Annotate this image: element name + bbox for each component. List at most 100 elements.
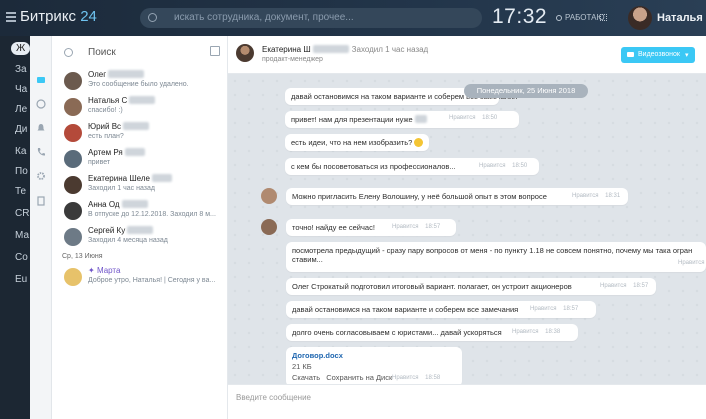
avatar xyxy=(64,150,82,168)
last-seen: Заходил 1 час назад xyxy=(351,45,429,54)
menu-item[interactable]: Ле xyxy=(15,104,27,115)
user-name[interactable]: Наталья xyxy=(657,12,703,24)
bot-star-icon: ✦ xyxy=(88,266,95,275)
chat-list-panel: Поиск Олег Это сообщение было удалено. Н… xyxy=(52,36,228,419)
like-button[interactable]: Нравится xyxy=(392,224,418,230)
brand-logo[interactable]: Битрикс 24 xyxy=(20,8,97,25)
message-bubble[interactable]: с кем бы посоветоваться из профессионало… xyxy=(285,158,539,175)
chat-item-preview: есть план? xyxy=(88,133,124,140)
chat-item-preview: Доброе утро, Наталья! | Сегодня у ва... xyxy=(88,277,216,284)
chat-item-name: Олег xyxy=(88,70,107,79)
menu-item[interactable]: Ча xyxy=(15,84,27,95)
chat-icon[interactable] xyxy=(36,76,46,86)
chat-item-name: Екатерина Шеле xyxy=(88,174,150,183)
menu-item[interactable]: Ж xyxy=(11,42,31,55)
messenger-icon-strip xyxy=(30,36,52,419)
chat-search[interactable]: Поиск xyxy=(62,46,222,62)
apps-grid-icon[interactable] xyxy=(600,14,607,21)
message-bubble[interactable]: точно! найду ее сейчас! Нравится 18:57 xyxy=(286,219,456,236)
message-time: 18:50 xyxy=(482,115,498,121)
chat-title[interactable]: Екатерина Ш xyxy=(262,45,311,54)
date-divider: Понедельник, 25 Июня 2018 xyxy=(464,84,588,98)
chat-list-item[interactable]: Наталья С спасибо! :) xyxy=(52,96,228,120)
like-button[interactable]: Нравится xyxy=(678,260,704,266)
message-bubble[interactable]: Олег Строкатый подготовил итоговый вариа… xyxy=(286,278,656,295)
like-button[interactable]: Нравится xyxy=(449,115,475,121)
avatar[interactable] xyxy=(261,188,277,204)
message-input-area: Введите сообщение xyxy=(228,384,706,419)
global-search-input[interactable]: искать сотрудника, документ, прочее... xyxy=(174,12,354,23)
chat-item-preview: В отпуске до 12.12.2018. Заходил 8 м... xyxy=(88,211,216,218)
save-to-disk-link[interactable]: Сохранить на Диск xyxy=(326,373,392,382)
message-time: 18:57 xyxy=(425,224,441,230)
chat-item-preview: Это сообщение было удалено. xyxy=(88,81,189,88)
message-area[interactable]: давай остановимся на таком варианте и со… xyxy=(228,74,706,384)
message-input[interactable]: Введите сообщение xyxy=(236,393,311,402)
message-bubble[interactable]: есть идеи, что на нем изобразить? xyxy=(285,134,429,151)
global-search[interactable]: искать сотрудника, документ, прочее... xyxy=(140,8,482,28)
notifications-smile-icon[interactable] xyxy=(36,99,46,109)
chat-list-item[interactable]: Сергей Ку Заходил 4 месяца назад xyxy=(52,226,228,250)
chat-search-input[interactable]: Поиск xyxy=(88,47,116,58)
like-button[interactable]: Нравится xyxy=(392,375,418,381)
avatar xyxy=(64,228,82,246)
bell-icon[interactable] xyxy=(36,123,46,133)
avatar xyxy=(64,268,82,286)
document-icon[interactable] xyxy=(36,196,46,206)
chat-item-name: Наталья С xyxy=(88,96,128,105)
chat-list-item[interactable]: Анна Од В отпуске до 12.12.2018. Заходил… xyxy=(52,200,228,224)
menu-item[interactable]: По xyxy=(15,166,28,177)
avatar xyxy=(64,124,82,142)
chevron-down-icon[interactable]: ▾ xyxy=(685,51,689,59)
file-link[interactable]: Договор.docx xyxy=(292,351,456,360)
chat-item-preview: привет xyxy=(88,159,111,166)
like-button[interactable]: Нравится xyxy=(530,306,556,312)
menu-item[interactable]: За xyxy=(15,64,27,75)
chat-header: Екатерина Ш Заходил 1 час назад продакт-м… xyxy=(228,36,706,74)
emoji-icon xyxy=(414,138,424,147)
like-button[interactable]: Нравится xyxy=(600,283,626,289)
menu-item[interactable]: CR xyxy=(15,208,29,219)
menu-item[interactable]: Ди xyxy=(15,124,27,135)
work-status[interactable]: РАБОТАЮ xyxy=(556,13,605,22)
chat-item-name: Марта xyxy=(96,266,121,275)
new-chat-edit-icon[interactable] xyxy=(210,46,220,56)
settings-gear-icon[interactable] xyxy=(36,171,46,181)
like-button[interactable]: Нравится xyxy=(479,163,505,169)
file-message-bubble[interactable]: Договор.docx 21 КБ Скачать Сохранить на … xyxy=(286,347,462,384)
download-link[interactable]: Скачать xyxy=(292,373,320,382)
main-left-menu: Ж За Ча Ле Ди Ка По Те CR Ма Со Eu xyxy=(0,36,31,419)
chat-item-preview: спасибо! :) xyxy=(88,107,123,114)
menu-item[interactable]: Ка xyxy=(15,146,26,157)
message-bubble[interactable]: долго очень согласовываем с юристами... … xyxy=(286,324,578,341)
video-call-button[interactable]: Видеозвонок ▾ xyxy=(621,47,695,63)
message-bubble[interactable]: Можно пригласить Елену Волошину, у неё б… xyxy=(286,188,628,205)
message-time: 18:57 xyxy=(563,306,579,312)
avatar xyxy=(64,202,82,220)
message-bubble[interactable]: привет! нам для презентации нуже Нравитс… xyxy=(285,111,519,128)
message-bubble[interactable]: посмотрела предыдущий - сразу пару вопро… xyxy=(286,242,706,272)
chat-list-item[interactable]: ✦ Марта Доброе утро, Наталья! | Сегодня … xyxy=(52,266,228,290)
like-button[interactable]: Нравится xyxy=(512,329,538,335)
user-avatar[interactable] xyxy=(628,6,652,30)
chat-list-item[interactable]: Юрий Вс есть план? xyxy=(52,122,228,146)
chat-list-item[interactable]: Олег Это сообщение было удалено. xyxy=(52,70,228,94)
top-bar: Битрикс 24 искать сотрудника, документ, … xyxy=(0,0,706,36)
menu-item[interactable]: Eu xyxy=(15,274,27,285)
avatar[interactable] xyxy=(236,44,254,62)
chat-subtitle: продакт-менеджер xyxy=(262,56,323,63)
menu-item[interactable]: Со xyxy=(15,252,28,263)
message-time: 18:57 xyxy=(633,283,649,289)
menu-item[interactable]: Ма xyxy=(15,230,29,241)
chat-list-item[interactable]: Артем Ря привет xyxy=(52,148,228,172)
chat-item-preview: Заходил 1 час назад xyxy=(88,185,155,192)
camera-icon xyxy=(627,52,634,57)
menu-icon[interactable] xyxy=(6,12,16,22)
avatar[interactable] xyxy=(261,219,277,235)
phone-icon[interactable] xyxy=(36,147,46,157)
menu-item[interactable]: Те xyxy=(15,186,26,197)
chat-list-item[interactable]: Екатерина Шеле Заходил 1 час назад xyxy=(52,174,228,198)
like-button[interactable]: Нравится xyxy=(572,193,598,199)
avatar xyxy=(64,98,82,116)
message-bubble[interactable]: давай остановимся на таком варианте и со… xyxy=(286,301,596,318)
